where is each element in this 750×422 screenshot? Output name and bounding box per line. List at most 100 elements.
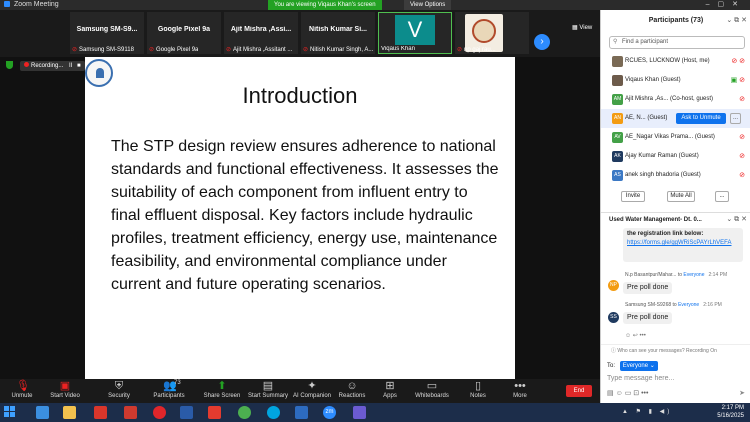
chat-header: Used Water Management- Dt. 0... ⌄ ⧉ ✕ <box>601 212 750 226</box>
participant-more-button[interactable]: ... <box>730 113 741 124</box>
panel-window-controls[interactable]: ⌄ ⧉ ✕ <box>726 10 747 32</box>
video-off-icon: ▣ <box>59 380 71 392</box>
participant-row[interactable]: AV AE_Nagar Vikas Prama... (Guest) ⊘ <box>601 128 750 147</box>
message-reactions-icons[interactable]: ☺ ↩ ••• <box>625 332 646 339</box>
whiteboard-icon: ▭ <box>426 380 438 392</box>
chat-message-input[interactable]: Type message here... <box>607 372 747 386</box>
participants-more-button[interactable]: ... <box>715 191 729 202</box>
end-meeting-button[interactable]: End <box>566 385 592 397</box>
whiteboards-button[interactable]: ▭ Whiteboards <box>407 380 457 399</box>
video-tile[interactable]: Samsung SM-S9... ⊘ Samsung SM-S9118 <box>70 12 144 54</box>
slide-body-text: The STP design review ensures adherence … <box>111 138 499 293</box>
recording-dot-icon <box>24 62 29 67</box>
recipient-dropdown[interactable]: Everyone ⌄ <box>619 361 658 371</box>
slide-title: Introduction <box>242 83 358 108</box>
video-tile[interactable]: Ajit Mishra ,Assi... ⊘ Ajit Mishra ,Assit… <box>224 12 298 54</box>
participant-row[interactable]: AS anek singh bhadoria (Guest) ⊘ <box>601 166 750 185</box>
shield-icon: ⛨ <box>114 380 124 392</box>
chat-recipient-row: To: Everyone ⌄ <box>607 360 658 372</box>
presentation-slide: Introduction The STP design review ensur… <box>85 57 515 379</box>
format-icon[interactable]: ▤ <box>607 390 614 397</box>
window-controls[interactable]: –▢✕ <box>706 0 746 10</box>
opera-browser-icon[interactable] <box>153 406 166 419</box>
muted-mic-icon: ⊘ <box>457 47 463 53</box>
participant-row[interactable]: AK Ajay Kumar Raman (Guest) ⊘ <box>601 147 750 166</box>
system-tray-icons[interactable]: ▲ ⚑ ▮ ◀) <box>622 408 672 415</box>
zoom-logo-icon <box>4 1 10 7</box>
participants-title: Participants (73) <box>648 17 704 24</box>
participant-search-input[interactable]: ⚲ Find a participant <box>609 36 745 49</box>
video-tile[interactable]: ⊘ np gaj rau... <box>455 12 529 54</box>
skype-icon[interactable] <box>267 406 280 419</box>
participant-row[interactable]: Viqaus Khan (Guest) ▣ ⊘ <box>601 71 750 90</box>
avatar <box>612 75 623 86</box>
clock[interactable]: 2:17 PM 5/16/2025 <box>717 404 744 420</box>
who-can-see-notice[interactable]: ⓘ Who can see your messages? Recording O… <box>601 344 750 356</box>
avatar: AS <box>612 170 623 181</box>
mute-all-button[interactable]: Mute All <box>667 191 695 202</box>
avatar: AM <box>612 94 623 105</box>
viewing-screen-banner: You are viewing Viqaus Khan's screen <box>268 0 382 10</box>
muted-mic-icon: ⊘ <box>226 47 232 53</box>
view-button[interactable]: ▦ View <box>572 24 592 31</box>
sparkle-icon: ✦ <box>307 380 317 392</box>
participant-row[interactable]: RCUES, LUCKNOW (Host, me) ⊘ ⊘ <box>601 52 750 71</box>
next-page-arrow-icon[interactable]: › <box>534 34 550 50</box>
ask-to-unmute-button[interactable]: Ask to Unmute <box>676 113 726 124</box>
view-options-button[interactable]: View Options <box>404 0 452 10</box>
powerpoint-icon[interactable] <box>208 406 221 419</box>
muted-mic-video-off-icon: ⊘ <box>739 96 745 103</box>
security-button[interactable]: ⛨ Security <box>94 380 144 399</box>
windows-start-icon[interactable] <box>4 406 16 418</box>
summary-icon: ▤ <box>262 380 274 392</box>
app-icon[interactable] <box>353 406 366 419</box>
outlook-icon[interactable] <box>295 406 308 419</box>
window-title: Zoom Meeting <box>13 1 59 8</box>
screenshot-icon[interactable]: ⊡ <box>633 390 639 397</box>
start-summary-button[interactable]: ▤ Start Summary <box>243 380 293 399</box>
participants-button[interactable]: 👥 73 Participants <box>144 380 194 399</box>
muted-mic-video-off-icon: ⊘ <box>739 134 745 141</box>
emoji-icon[interactable]: ☺ <box>616 390 623 397</box>
office-icon[interactable] <box>124 406 137 419</box>
more-dots-icon[interactable]: ••• <box>641 390 648 397</box>
pause-recording-button[interactable]: II <box>69 63 72 69</box>
media-player-icon[interactable] <box>94 406 107 419</box>
video-tile[interactable]: Nitish Kumar Si... ⊘ Nitish Kumar Singh, … <box>301 12 375 54</box>
chat-tools: ▤ ☺ ▭ ⊡ ••• ➤ <box>607 389 747 401</box>
more-dots-icon: ••• <box>514 380 526 392</box>
tile-footer: ⊘ Ajit Mishra ,Assitant ... <box>226 47 293 53</box>
search-icon: ⚲ <box>613 39 618 45</box>
tile-name: Google Pixel 9a <box>157 26 211 33</box>
message-meta: N.p Basantpur/Mahar... to Everyone 2:14 P… <box>625 272 728 278</box>
avatar: SS <box>608 312 619 323</box>
muted-mic-video-off-icon: ⊘ <box>739 153 745 160</box>
participants-count: 73 <box>174 380 181 386</box>
file-explorer-icon[interactable] <box>63 406 76 419</box>
video-tile[interactable]: Google Pixel 9a ⊘ Google Pixel 9a <box>147 12 221 54</box>
chrome-browser-icon[interactable] <box>238 406 251 419</box>
tile-footer: ⊘ Samsung SM-S9118 <box>72 47 134 53</box>
file-icon[interactable]: ▭ <box>625 390 632 397</box>
zoom-app-icon[interactable]: zm <box>323 406 336 419</box>
registration-link[interactable]: https://forms.gle/ggWRiScPAYrLhVEFA <box>627 239 739 248</box>
zoom-window: Zoom Meeting –▢✕ You are viewing Viqaus … <box>0 0 750 422</box>
tile-name: Samsung SM-S9... <box>76 26 138 33</box>
participant-row[interactable]: AM Ajit Mishra ,As... (Co-host, guest) ⊘ <box>601 90 750 109</box>
word-icon[interactable] <box>180 406 193 419</box>
muted-mic-icon: ⊘ <box>303 47 309 53</box>
stop-recording-button[interactable]: ■ <box>77 63 81 69</box>
chat-window-controls[interactable]: ⌄ ⧉ ✕ <box>726 213 747 227</box>
start-video-button[interactable]: ▣ Start Video <box>40 380 90 399</box>
participants-header: Participants (73) ⌄ ⧉ ✕ <box>601 10 750 32</box>
ie-browser-icon[interactable] <box>36 406 49 419</box>
send-icon[interactable]: ➤ <box>739 389 745 397</box>
more-button[interactable]: ••• More <box>495 380 545 399</box>
share-screen-button[interactable]: ⬆ Share Screen <box>197 380 247 399</box>
avatar: NP <box>608 280 619 291</box>
participant-row-hovered[interactable]: AN AE, N... (Guest) Ask to Unmute ... <box>601 109 750 128</box>
recording-indicator[interactable]: Recording... II ■ <box>20 61 85 71</box>
tile-name: Ajit Mishra ,Assi... <box>230 26 292 33</box>
invite-button[interactable]: Invite <box>621 191 645 202</box>
video-tile-active-speaker[interactable]: V Viqaus Khan <box>378 12 452 54</box>
